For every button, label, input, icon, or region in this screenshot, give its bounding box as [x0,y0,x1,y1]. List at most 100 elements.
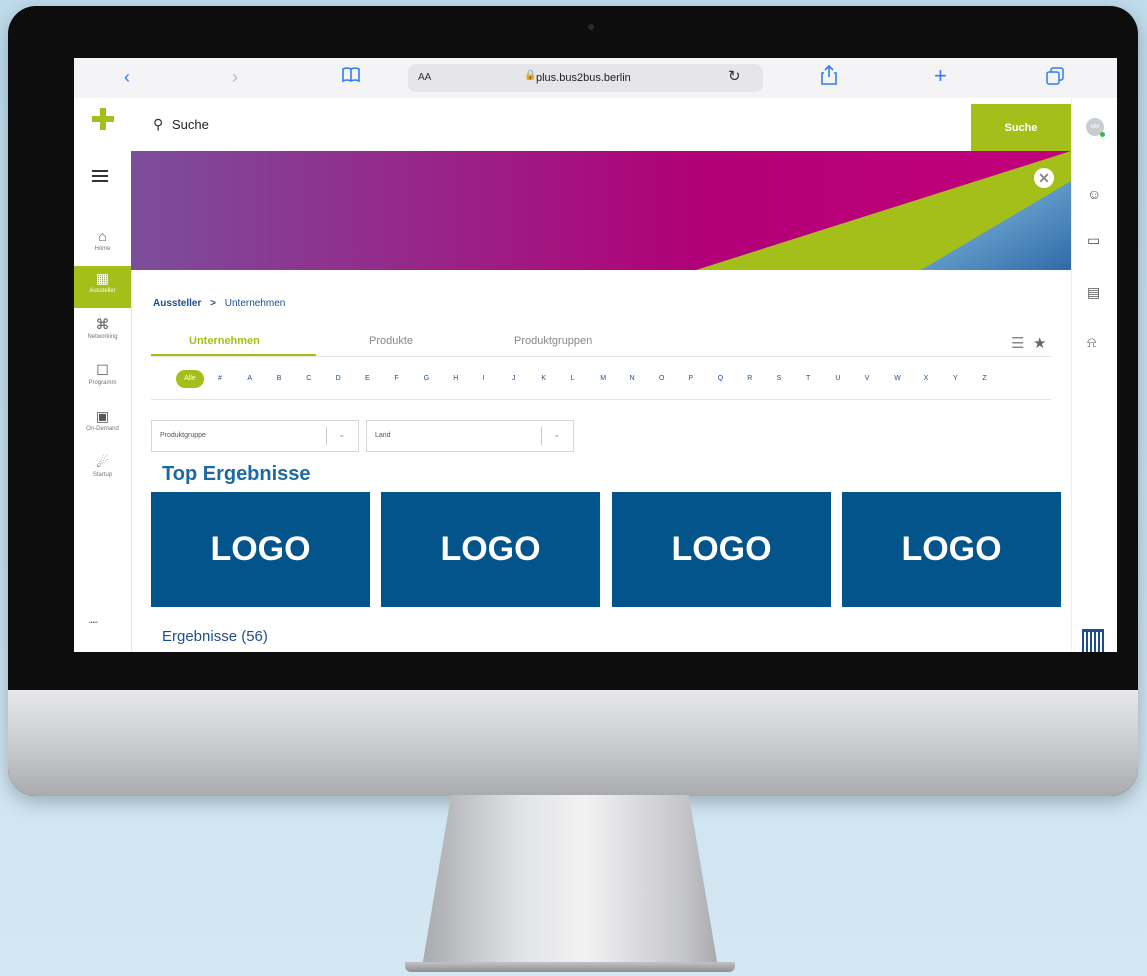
monitor-chin [8,690,1138,796]
monitor-stand-foot [405,962,735,972]
home-icon: ⌂ [98,228,107,244]
alpha-filter-letter[interactable]: B [277,375,282,382]
address-bar[interactable]: AA 🔒 plus.bus2bus.berlin ↻ [408,64,763,92]
exhibitors-icon: ▦ [95,270,110,286]
calendar-icon[interactable]: ▤ [1087,284,1100,301]
alpha-filter-all[interactable]: Alle [176,370,204,388]
on-demand-icon: ▣ [95,408,110,424]
product-group-select[interactable]: Produktgruppe ⌄ [151,420,359,452]
alpha-filter-letter[interactable]: Q [718,375,723,382]
program-icon: ☐ [96,362,109,378]
active-tab-indicator [151,354,316,356]
close-banner-icon[interactable]: ✕ [1034,168,1054,188]
breadcrumb-parent[interactable]: Aussteller [153,298,201,309]
tab-bar: Unternehmen Produkte Produktgruppen ☰ ★ [151,328,1051,357]
alpha-filter-letter[interactable]: T [806,375,810,382]
networking-icon: ⌘ [95,316,110,332]
sidebar-item-networking[interactable]: ⌘ Networking [74,312,131,354]
hero-banner [131,151,1071,270]
share-icon[interactable] [821,64,837,90]
screen: ‹ › AA 🔒 plus.bus2bus.berlin ↻ + ⌂ Home … [74,58,1117,652]
main-content: ⚲ Suche Suche ✕ Aussteller > Unternehmen… [131,98,1071,652]
footer-logo: ••••• [89,620,98,626]
tabs-icon[interactable] [1046,67,1064,90]
text-size-button[interactable]: AA [418,72,431,83]
sidebar-item-aussteller[interactable]: ▦ Aussteller [74,266,131,308]
user-icon[interactable]: ☺ [1087,186,1101,202]
breadcrumb-current: Unternehmen [224,298,286,309]
alpha-filter-letter[interactable]: M [600,375,606,382]
alpha-filter-letter[interactable]: O [659,375,664,382]
browser-toolbar: ‹ › AA 🔒 plus.bus2bus.berlin ↻ + [74,58,1117,99]
alpha-filter-letter[interactable]: I [483,375,485,382]
alpha-filter-letter[interactable]: W [894,375,901,382]
camera-dot [588,24,594,30]
tab-unternehmen[interactable]: Unternehmen [189,335,260,347]
tab-produkte[interactable]: Produkte [369,335,413,347]
bell-icon[interactable]: ⍾ [1087,334,1096,351]
reload-icon[interactable]: ↻ [728,67,741,85]
url-text: plus.bus2bus.berlin [536,72,631,84]
list-view-icon[interactable]: ☰ [1011,334,1024,352]
monitor-frame: ‹ › AA 🔒 plus.bus2bus.berlin ↻ + ⌂ Home … [8,6,1138,796]
alpha-filter-letter[interactable]: Y [953,375,958,382]
top-result-logo-card[interactable]: LOGO [151,492,370,607]
top-result-logo-card[interactable]: LOGO [842,492,1061,607]
alpha-filter-letter[interactable]: R [747,375,752,382]
search-input[interactable]: Suche [172,117,209,132]
top-results-title: Top Ergebnisse [162,463,311,485]
alpha-filter-letter[interactable]: V [865,375,870,382]
top-result-logo-card[interactable]: LOGO [381,492,600,607]
tab-produktgruppen[interactable]: Produktgruppen [514,335,592,347]
plus-logo[interactable] [92,108,114,130]
avatar[interactable]: MM [1086,118,1105,137]
startup-icon: ☄ [96,454,109,470]
alpha-filter-letter[interactable]: S [777,375,782,382]
search-button[interactable]: Suche [971,104,1071,151]
menu-icon[interactable] [92,170,108,185]
breadcrumb: Aussteller > Unternehmen [153,298,285,309]
alpha-filter-letter[interactable]: U [835,375,840,382]
alpha-filter-letter[interactable]: H [453,375,458,382]
monitor-stand [421,795,719,970]
favorites-star-icon[interactable]: ★ [1033,334,1046,352]
alpha-filter-letter[interactable]: Z [982,375,986,382]
search-icon: ⚲ [153,116,164,132]
alpha-filter-letter[interactable]: N [630,375,635,382]
sidebar-item-home[interactable]: ⌂ Home [74,224,131,266]
top-result-logo-card[interactable]: LOGO [612,492,831,607]
lock-icon: 🔒 [524,70,537,81]
breadcrumb-separator: > [210,298,216,309]
search-bar: ⚲ Suche Suche [131,98,1071,151]
alphabet-filter: Alle # A B C D E F G H I J K L M N O P Q R S T U V W X Y Z [176,370,1056,392]
alpha-filter-letter[interactable]: A [247,375,252,382]
online-status-dot [1100,132,1105,137]
sidebar-item-on-demand[interactable]: ▣ On-Demand [74,404,131,446]
chevron-down-icon: ⌄ [553,429,561,439]
alpha-filter-letter[interactable]: # [218,375,222,382]
chevron-down-icon: ⌄ [338,429,346,439]
right-sidebar: MM ☺ ▭ ▤ ⍾ [1071,98,1117,652]
sidebar-item-programm[interactable]: ☐ Programm [74,358,131,400]
alpha-filter-letter[interactable]: E [365,375,370,382]
alpha-filter-letter[interactable]: L [571,375,575,382]
alpha-filter-letter[interactable]: C [306,375,311,382]
alpha-filter-letter[interactable]: J [512,375,516,382]
results-count-title: Ergebnisse (56) [162,628,268,645]
alpha-filter-letter[interactable]: G [424,375,429,382]
chat-icon[interactable]: ▭ [1087,232,1100,249]
country-select[interactable]: Land ⌄ [366,420,574,452]
new-tab-icon[interactable]: + [934,63,947,89]
alpha-filter-letter[interactable]: D [336,375,341,382]
alpha-filter-letter[interactable]: F [394,375,398,382]
chevron-left-icon[interactable]: ‹ [124,67,130,88]
divider [151,399,1051,400]
alpha-filter-letter[interactable]: K [541,375,546,382]
building-icon[interactable] [1082,629,1104,652]
chevron-right-icon[interactable]: › [232,67,238,88]
sidebar-item-startup[interactable]: ☄ Startup [74,450,131,492]
left-sidebar: ⌂ Home ▦ Aussteller ⌘ Networking ☐ Progr… [74,98,132,652]
bookmarks-icon[interactable] [341,66,361,89]
alpha-filter-letter[interactable]: X [924,375,929,382]
alpha-filter-letter[interactable]: P [688,375,693,382]
